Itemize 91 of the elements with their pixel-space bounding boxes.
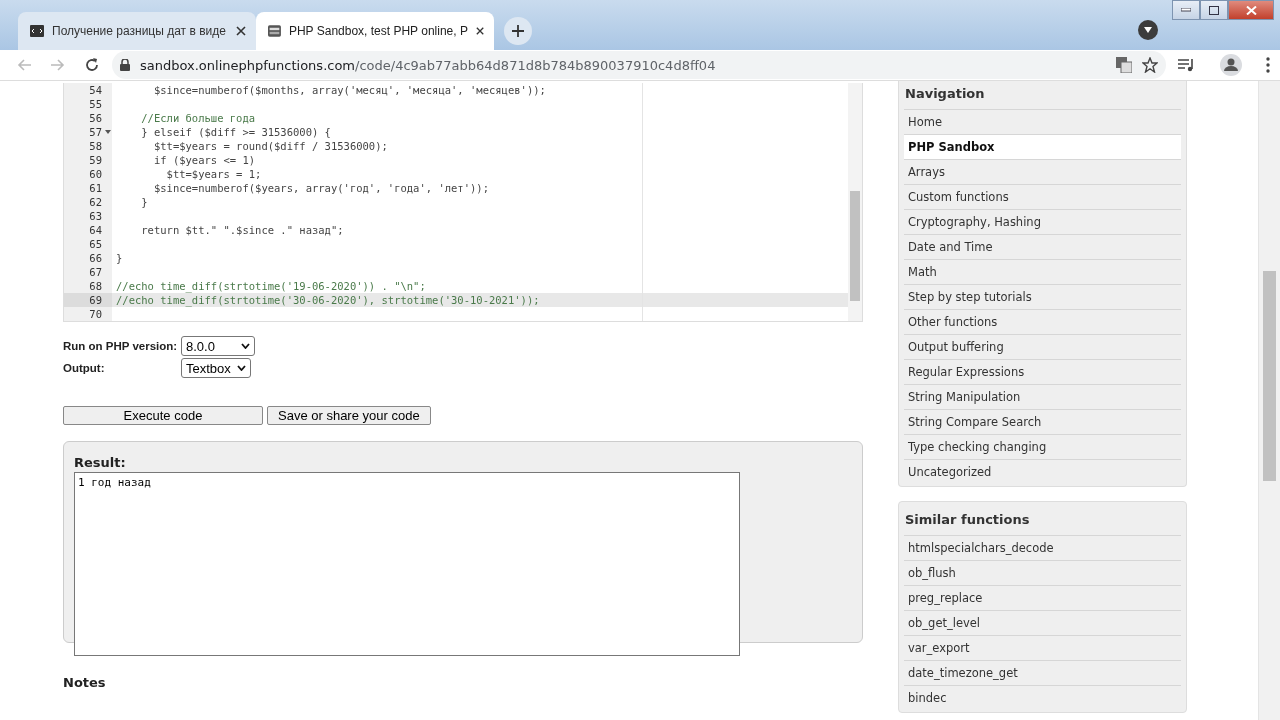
notes-heading: Notes [63, 675, 106, 690]
line-number: 62 [89, 195, 102, 209]
version-select[interactable]: 8.0.0 [181, 336, 255, 356]
save-button[interactable]: Save or share your code [267, 406, 431, 425]
tab-search-button[interactable] [1138, 20, 1158, 40]
nav-link[interactable]: Step by step tutorials [904, 284, 1181, 309]
line-number: 58 [89, 139, 102, 153]
function-link[interactable]: ob_get_level [904, 610, 1181, 635]
chevron-down-icon [241, 343, 250, 349]
nav-link[interactable]: Date and Time [904, 234, 1181, 259]
line-number: 57 [89, 125, 102, 139]
function-link[interactable]: htmlspecialchars_decode [904, 535, 1181, 560]
line-number: 55 [89, 97, 102, 111]
result-textbox[interactable]: 1 год назад [74, 472, 740, 656]
code-line: //echo time_diff(strtotime('19-06-2020')) . "\n"; [116, 280, 426, 292]
line-number: 65 [89, 237, 102, 251]
scrollbar-thumb[interactable] [850, 191, 860, 301]
execute-button[interactable]: Execute code [63, 406, 263, 425]
function-link[interactable]: var_export [904, 635, 1181, 660]
line-number: 64 [89, 223, 102, 237]
close-button[interactable] [1228, 0, 1274, 20]
nav-link[interactable]: Arrays [904, 159, 1181, 184]
output-select[interactable]: Textbox [181, 358, 251, 378]
line-number: 56 [89, 111, 102, 125]
fold-arrow-icon[interactable] [105, 130, 111, 134]
nav-link[interactable]: Type checking changing [904, 434, 1181, 459]
star-icon[interactable] [1142, 57, 1158, 73]
url-text: sandbox.onlinephpfunctions.com/code/4c9ab77abb64d871d8b784b890037910c4d8ff04 [140, 57, 717, 73]
code-line: $tt=$years = 1; [165, 168, 262, 180]
translate-icon[interactable] [1116, 57, 1132, 73]
nav-link[interactable]: String Manipulation [904, 384, 1181, 409]
minimize-icon [1181, 8, 1191, 12]
new-tab-button[interactable] [504, 17, 532, 45]
line-number: 67 [89, 265, 102, 279]
line-number: 68 [89, 279, 102, 293]
plus-icon [512, 25, 524, 37]
line-number: 54 [89, 83, 102, 97]
nav-link[interactable]: Custom functions [904, 184, 1181, 209]
code-line: $since=numberof($months, array('месяц', 'месяца', 'месяцев')); [152, 84, 546, 96]
maximize-icon [1209, 5, 1219, 15]
forward-arrow-icon [51, 59, 65, 71]
panel-title: Similar functions [904, 511, 1031, 529]
chevron-down-icon [236, 365, 246, 371]
nav-link[interactable]: Math [904, 259, 1181, 284]
code-line: } [140, 196, 148, 208]
code-line: } [116, 252, 123, 264]
field-label: Output: [63, 362, 105, 374]
code-line: if ($years <= 1) [152, 154, 256, 166]
browser-tab[interactable]: Получение разницы дат в виде [18, 12, 256, 50]
maximize-button[interactable] [1200, 0, 1228, 20]
line-number: 59 [89, 153, 102, 167]
nav-link[interactable]: String Compare Search [904, 409, 1181, 434]
close-icon[interactable] [475, 26, 484, 36]
code-line: //Если больше года [140, 112, 256, 124]
line-number: 70 [89, 307, 102, 321]
lock-icon [120, 59, 130, 71]
browser-tab[interactable]: PHP Sandbox, test PHP online, P [256, 12, 494, 50]
address-bar[interactable]: sandbox.onlinephpfunctions.com/code/4c9ab77abb64d871d8b784b890037910c4d8ff04 [112, 51, 1166, 79]
line-number: 60 [89, 167, 102, 181]
nav-link[interactable]: Other functions [904, 309, 1181, 334]
media-control-icon[interactable] [1178, 58, 1196, 72]
function-link[interactable]: ob_flush [904, 560, 1181, 585]
scrollbar-thumb[interactable] [1263, 271, 1276, 481]
nav-link[interactable]: Cryptography, Hashing [904, 209, 1181, 234]
back-arrow-icon [17, 59, 31, 71]
dropdown-icon [1144, 27, 1152, 33]
code-line: //echo time_diff(strtotime('30-06-2020'), strtotime('30-10-2021')); [116, 294, 540, 306]
close-icon[interactable] [236, 26, 246, 36]
nav-link[interactable]: Regular Expressions [904, 359, 1181, 384]
code-line: $since=numberof($years, array('год', 'года', 'лет')); [152, 182, 489, 194]
nav-link[interactable]: Output buffering [904, 334, 1181, 359]
line-number: 66 [89, 251, 102, 265]
line-number: 61 [89, 181, 102, 195]
line-number: 69 [89, 293, 102, 307]
function-link[interactable]: bindec [904, 685, 1181, 710]
close-icon [1245, 5, 1257, 15]
code-line: $tt=$years = round($diff / 31536000); [152, 140, 388, 152]
code-line: return $tt." ".$since ." назад"; [140, 224, 344, 236]
panel-title: Navigation [904, 85, 986, 103]
code-line: } elseif ($diff >= 31536000) { [140, 126, 331, 138]
result-title: Result: [74, 455, 126, 470]
profile-icon[interactable] [1220, 54, 1242, 76]
nav-link[interactable]: Uncategorized [904, 459, 1181, 484]
code-page-icon [30, 25, 44, 37]
field-label: Run on PHP version: [63, 340, 178, 352]
reload-icon [85, 58, 99, 72]
function-link[interactable]: preg_replace [904, 585, 1181, 610]
line-number: 63 [89, 209, 102, 223]
function-link[interactable]: date_timezone_get [904, 660, 1181, 685]
nav-link[interactable]: PHP Sandbox [904, 134, 1181, 159]
menu-icon[interactable] [1266, 57, 1270, 73]
